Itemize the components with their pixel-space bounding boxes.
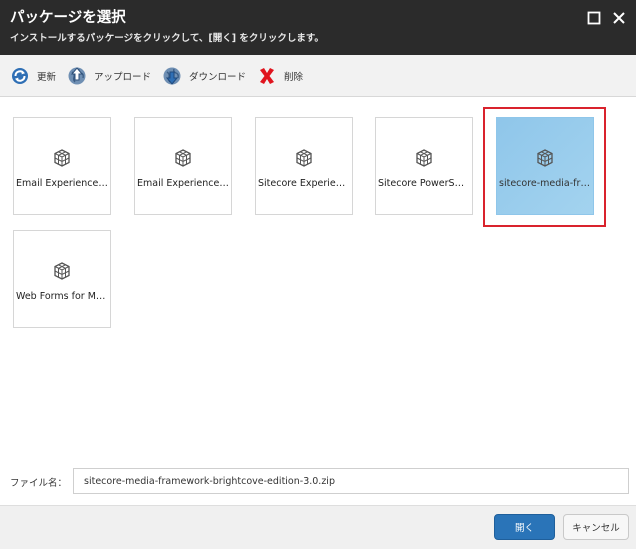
package-tile[interactable]: Sitecore Experience Accelerator (255, 117, 353, 215)
refresh-button[interactable]: 更新 (9, 65, 56, 87)
delete-x-icon (256, 65, 278, 87)
maximize-icon (587, 11, 601, 25)
package-tile[interactable]: Email Experience Manager (134, 117, 232, 215)
dialog-subtitle: インストールするパッケージをクリックして、[開く] をクリックします。 (10, 33, 324, 44)
package-name: Sitecore Experience Accelerator (258, 178, 350, 189)
download-label: ダウンロード (189, 71, 247, 83)
cancel-button[interactable]: キャンセル (563, 514, 629, 540)
package-icon (175, 149, 191, 167)
file-name-input[interactable] (73, 468, 629, 494)
dialog-footer: 開く キャンセル (0, 505, 636, 549)
package-icon (296, 149, 312, 167)
toolbar: 更新 アップロード ダウンロード 削除 (0, 55, 636, 97)
package-name: Email Experience Manager (16, 178, 108, 189)
package-tile[interactable]: Web Forms for Marketers (13, 230, 111, 328)
maximize-button[interactable] (585, 9, 603, 27)
package-icon (416, 149, 432, 167)
delete-label: 削除 (284, 71, 304, 83)
package-tile[interactable]: Email Experience Manager (13, 117, 111, 215)
package-icon (54, 262, 70, 280)
close-icon (613, 12, 625, 24)
dialog-title: パッケージを選択 (10, 10, 126, 26)
upload-globe-icon (66, 65, 88, 87)
package-tile[interactable]: Sitecore PowerShell Extensions (375, 117, 473, 215)
delete-button[interactable]: 削除 (256, 65, 303, 87)
package-name: Web Forms for Marketers (16, 291, 108, 302)
refresh-icon (9, 65, 31, 87)
upload-label: アップロード (94, 71, 152, 83)
title-bar: パッケージを選択 インストールするパッケージをクリックして、[開く] をクリック… (0, 0, 636, 55)
download-globe-icon (161, 65, 183, 87)
package-name: Sitecore PowerShell Extensions (378, 178, 470, 189)
open-button[interactable]: 開く (494, 514, 555, 540)
file-name-label: ファイル名： (10, 478, 68, 489)
download-button[interactable]: ダウンロード (161, 65, 246, 87)
close-button[interactable] (610, 9, 628, 27)
package-name: Email Experience Manager (137, 178, 229, 189)
file-name-row: ファイル名： (0, 462, 636, 502)
package-icon (54, 149, 70, 167)
selection-highlight (483, 107, 606, 227)
upload-button[interactable]: アップロード (66, 65, 151, 87)
refresh-label: 更新 (37, 71, 57, 83)
